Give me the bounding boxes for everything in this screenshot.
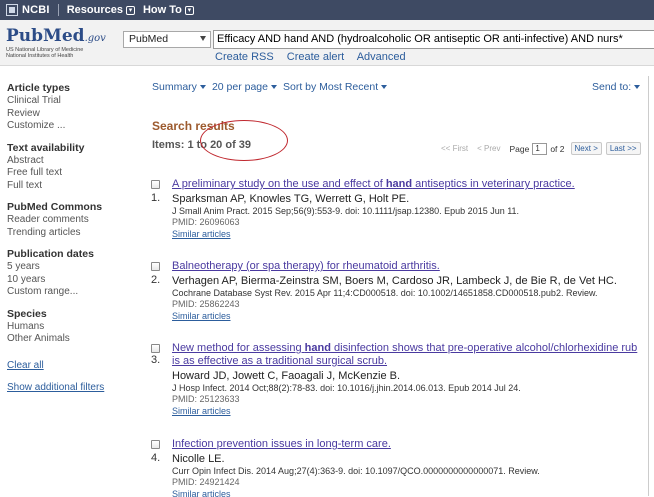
per-page-dropdown[interactable]: 20 per page [212, 81, 277, 93]
sort-dropdown[interactable]: Sort by Most Recent [283, 81, 388, 93]
send-to-dropdown[interactable]: Send to: [592, 81, 641, 93]
filter-5-years[interactable]: 5 years [7, 261, 137, 274]
filter-free-full-text[interactable]: Free full text [7, 167, 137, 180]
filter-reader-comments[interactable]: Reader comments [7, 214, 137, 227]
page-label: Page [509, 143, 530, 154]
filter-group-text-availability: Text availability Abstract Free full tex… [7, 142, 137, 193]
similar-articles-link[interactable]: Similar articles [172, 229, 231, 239]
result-authors: Verhagen AP, Bierma-Zeinstra SM, Boers M… [172, 275, 617, 287]
clear-all-link[interactable]: Clear all [7, 360, 137, 372]
search-input[interactable]: Efficacy AND hand AND (hydroalcoholic OR… [213, 30, 654, 49]
filter-group-species: Species Humans Other Animals [7, 308, 137, 346]
filter-other-animals[interactable]: Other Animals [7, 333, 137, 346]
advanced-search-link[interactable]: Advanced [357, 51, 406, 63]
filter-group-article-types: Article types Clinical Trial Review Cust… [7, 82, 137, 133]
pubmed-logo[interactable]: PubMed.gov US National Library of Medici… [6, 26, 118, 59]
result-pmid: PMID: 24921424 [172, 477, 240, 487]
chevron-down-icon: ▾ [184, 5, 194, 15]
result-citation: Curr Opin Infect Dis. 2014 Aug;27(4):363… [172, 466, 540, 476]
result-authors: Nicolle LE. [172, 453, 225, 465]
result-title-link[interactable]: A preliminary study on the use and effec… [172, 178, 640, 191]
last-page-button[interactable]: Last >> [605, 142, 641, 155]
next-page-button[interactable]: Next > [570, 142, 602, 155]
page-number-input[interactable]: 1 [532, 142, 548, 155]
result-number: 2. [151, 274, 161, 286]
divider [57, 4, 59, 16]
total-pages: of 2 [550, 143, 565, 154]
similar-articles-link[interactable]: Similar articles [172, 406, 231, 416]
result-checkbox[interactable] [151, 440, 160, 449]
result-checkbox[interactable] [151, 262, 160, 271]
filter-full-text[interactable]: Full text [7, 180, 137, 193]
create-alert-link[interactable]: Create alert [287, 51, 344, 63]
result-pmid: PMID: 25862243 [172, 299, 240, 309]
pager: << First < Prev Page 1 of 2 Next > Last … [441, 142, 645, 155]
similar-articles-link[interactable]: Similar articles [172, 489, 231, 497]
filter-clinical-trial[interactable]: Clinical Trial [7, 95, 137, 108]
similar-articles-link[interactable]: Similar articles [172, 311, 231, 321]
result-pmid: PMID: 25123633 [172, 394, 240, 404]
result-citation: J Hosp Infect. 2014 Oct;88(2):78-83. doi… [172, 383, 521, 393]
result-title-link[interactable]: Infection prevention issues in long-term… [172, 438, 640, 451]
result-number: 4. [151, 452, 161, 464]
result-pmid: PMID: 26096063 [172, 217, 240, 227]
first-page-link[interactable]: << First [441, 144, 468, 153]
format-dropdown[interactable]: Summary [152, 81, 206, 93]
result-citation: J Small Anim Pract. 2015 Sep;56(9):553-9… [172, 206, 520, 216]
result-authors: Howard JD, Jowett C, Faoagali J, McKenzi… [172, 370, 401, 382]
result-checkbox[interactable] [151, 344, 160, 353]
filter-group-pubmed-commons: PubMed Commons Reader comments Trending … [7, 201, 137, 239]
dropdown-arrow-icon [200, 36, 206, 41]
result-title-link[interactable]: Balneotherapy (or spa therapy) for rheum… [172, 260, 640, 273]
result-authors: Sparksman AP, Knowles TG, Werrett G, Hol… [172, 193, 410, 205]
filter-custom-range[interactable]: Custom range... [7, 286, 137, 299]
result-number: 1. [151, 192, 161, 204]
result-number: 3. [151, 354, 161, 366]
filter-humans[interactable]: Humans [7, 321, 137, 334]
annotation-circle [200, 120, 288, 161]
show-additional-filters-link[interactable]: Show additional filters [7, 382, 137, 394]
filter-review[interactable]: Review [7, 108, 137, 121]
dropdown-arrow-icon [634, 85, 641, 90]
chevron-down-icon: ▾ [125, 5, 135, 15]
resources-menu[interactable]: Resources ▾ [67, 4, 135, 16]
how-to-menu[interactable]: How To ▾ [143, 4, 194, 16]
filters-sidebar: Article types Clinical Trial Review Cust… [7, 82, 137, 394]
result-citation: Cochrane Database Syst Rev. 2015 Apr 11;… [172, 288, 598, 298]
nih-label: National Institutes of Health [6, 53, 74, 59]
prev-page-link[interactable]: < Prev [477, 144, 500, 153]
dropdown-arrow-icon [271, 85, 277, 90]
ncbi-top-bar: NCBI Resources ▾ How To ▾ [0, 0, 654, 20]
create-rss-link[interactable]: Create RSS [215, 51, 274, 63]
database-select[interactable]: PubMed [123, 31, 211, 48]
ncbi-logo[interactable]: NCBI [6, 4, 50, 16]
filter-10-years[interactable]: 10 years [7, 274, 137, 287]
pubmed-header: PubMed.gov US National Library of Medici… [0, 20, 654, 66]
filter-customize[interactable]: Customize ... [7, 120, 137, 133]
filter-group-publication-dates: Publication dates 5 years 10 years Custo… [7, 248, 137, 299]
filter-abstract[interactable]: Abstract [7, 155, 137, 168]
search-links: Create RSS Create alert Advanced [215, 51, 416, 63]
dropdown-arrow-icon [199, 85, 206, 90]
display-settings: Summary 20 per page Sort by Most Recent [152, 81, 393, 93]
result-checkbox[interactable] [151, 180, 160, 189]
ncbi-logo-icon [6, 4, 18, 16]
filter-trending-articles[interactable]: Trending articles [7, 227, 137, 240]
result-title-link[interactable]: New method for assessing hand disinfecti… [172, 342, 640, 368]
dropdown-arrow-icon [381, 85, 388, 90]
column-divider [648, 76, 649, 496]
